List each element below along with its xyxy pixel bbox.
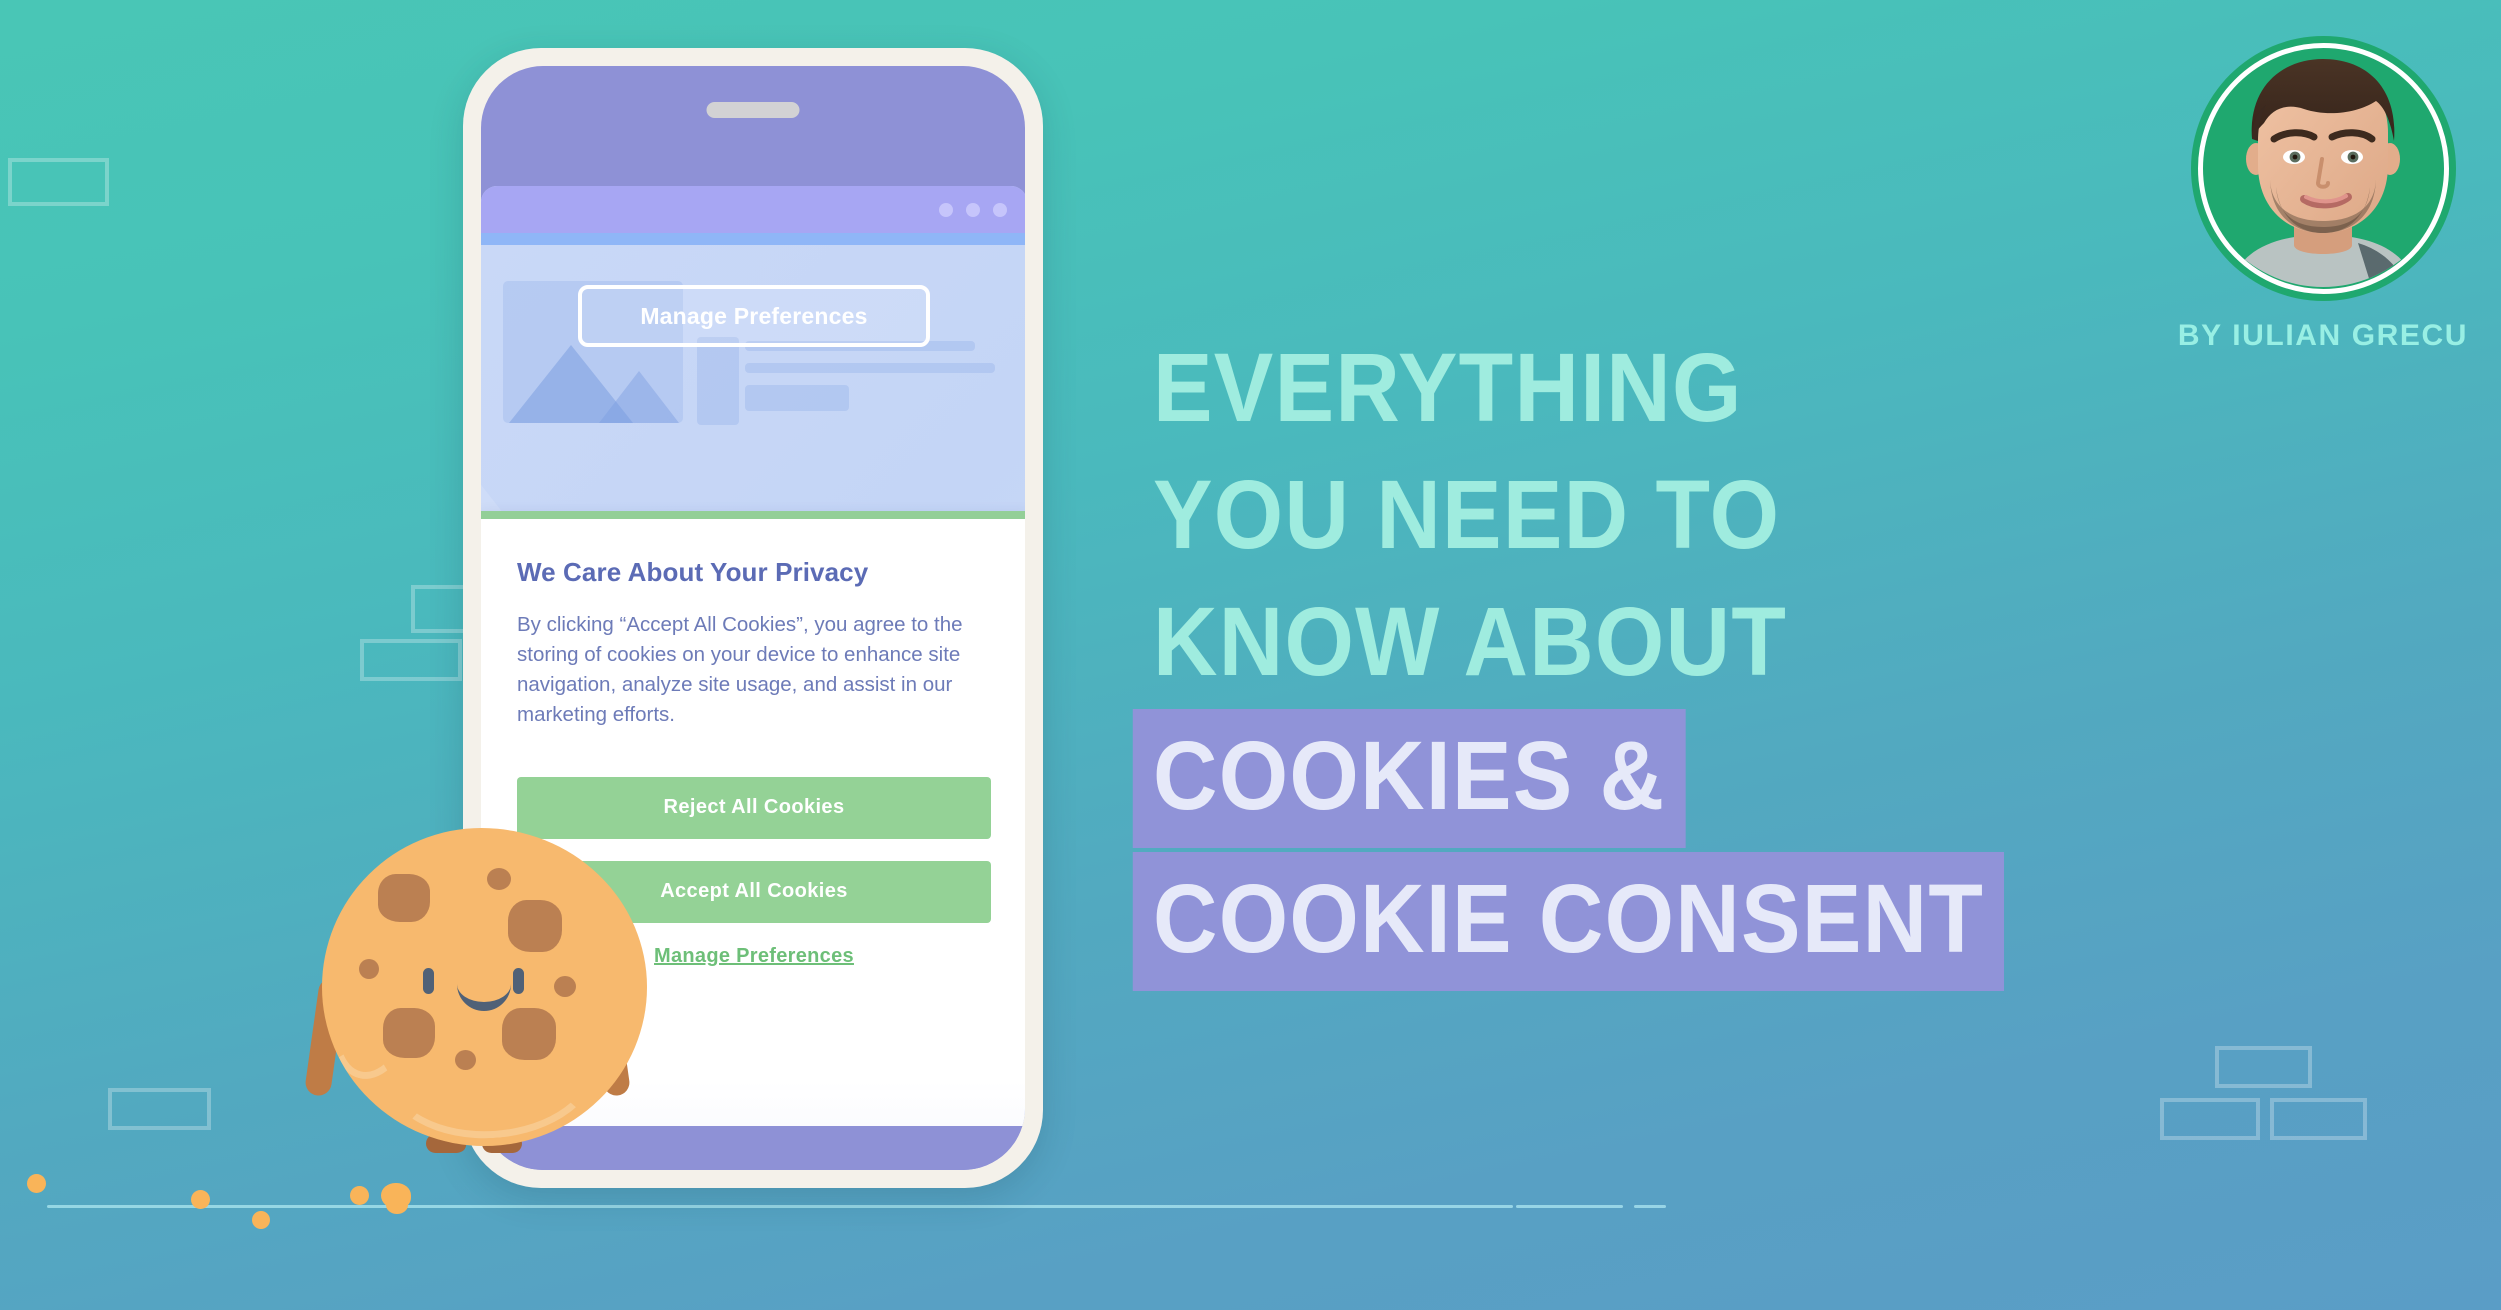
avatar bbox=[2190, 36, 2456, 301]
cookie-chip-1 bbox=[378, 874, 430, 922]
browser-window-controls bbox=[939, 202, 1007, 217]
ground-line-segment-3 bbox=[1516, 1205, 1623, 1208]
cookie-chip-2 bbox=[487, 868, 511, 890]
cookie-chip-8 bbox=[455, 1050, 476, 1070]
author-block: BY IULIAN GRECU bbox=[2173, 36, 2473, 353]
cookie-right-eye bbox=[513, 968, 524, 994]
browser-title-bar bbox=[481, 186, 1025, 233]
headline-line-5: COOKIE CONSENT bbox=[1132, 852, 2005, 992]
crumb-2 bbox=[191, 1190, 210, 1209]
crumb-1 bbox=[27, 1174, 46, 1193]
speaker-grille-icon bbox=[706, 102, 800, 118]
deco-rect-bottom-left bbox=[108, 1088, 211, 1130]
crumb-4 bbox=[350, 1186, 369, 1205]
cookie-shine-left bbox=[322, 948, 428, 1088]
manage-preferences-button-top[interactable]: Manage Preferences bbox=[578, 285, 930, 347]
cookie-chip-4 bbox=[359, 959, 379, 979]
ground-line-segment-1 bbox=[47, 1205, 397, 1208]
wireframe-button-placeholder bbox=[745, 385, 849, 411]
wireframe-text-line-2 bbox=[745, 363, 995, 373]
ground-line-segment-2 bbox=[404, 1205, 1513, 1208]
cookie-chip-3 bbox=[508, 900, 562, 952]
cookie-body bbox=[322, 828, 647, 1146]
author-byline: BY IULIAN GRECU bbox=[2177, 319, 2469, 352]
page-title: EVERYTHING YOU NEED TO KNOW ABOUT COOKIE… bbox=[1132, 324, 2333, 992]
author-portrait-icon bbox=[2226, 59, 2420, 287]
cookie-shine-bottom bbox=[379, 990, 603, 1146]
deco-rect-top-left bbox=[8, 158, 109, 206]
crumb-3 bbox=[252, 1211, 270, 1229]
headline-line-5-wrap: COOKIE CONSENT bbox=[1132, 852, 2239, 992]
headline-line-4: COOKIES & bbox=[1132, 709, 1686, 849]
cookie-left-eye bbox=[423, 968, 434, 994]
consent-description: By clicking “Accept All Cookies”, you ag… bbox=[517, 613, 963, 727]
deco-rect-bottom-right-top bbox=[2215, 1046, 2312, 1088]
browser-dot-icon-2[interactable] bbox=[966, 202, 980, 217]
wireframe-card-block bbox=[697, 337, 739, 425]
cookie-mouth bbox=[457, 978, 511, 1011]
deco-rect-bottom-right-right bbox=[2270, 1098, 2367, 1140]
cookie-chip-6 bbox=[383, 1008, 435, 1058]
browser-address-strip bbox=[481, 233, 1025, 245]
browser-dot-icon-3[interactable] bbox=[993, 202, 1007, 217]
ground-line-segment-4 bbox=[1634, 1205, 1666, 1208]
deco-rect-bottom-right-left bbox=[2160, 1098, 2260, 1140]
headline-line-4-wrap: COOKIES & bbox=[1132, 709, 2239, 849]
browser-dot-icon-1[interactable] bbox=[939, 202, 953, 217]
headline-line-3: KNOW ABOUT bbox=[1153, 587, 1788, 697]
deco-rect-mid-left-lower bbox=[360, 639, 462, 681]
consent-title: We Care About Your Privacy bbox=[517, 557, 869, 587]
cookie-character bbox=[303, 828, 662, 1173]
cookie-chip-5 bbox=[554, 976, 576, 997]
cookie-chip-7 bbox=[502, 1008, 556, 1060]
headline-line-2: YOU NEED TO bbox=[1153, 460, 1781, 570]
poster-canvas: Manage Preferences We Care About Your Pr… bbox=[0, 0, 2501, 1310]
headline-line-1: EVERYTHING bbox=[1153, 333, 1743, 442]
crumb-6 bbox=[386, 1196, 408, 1214]
